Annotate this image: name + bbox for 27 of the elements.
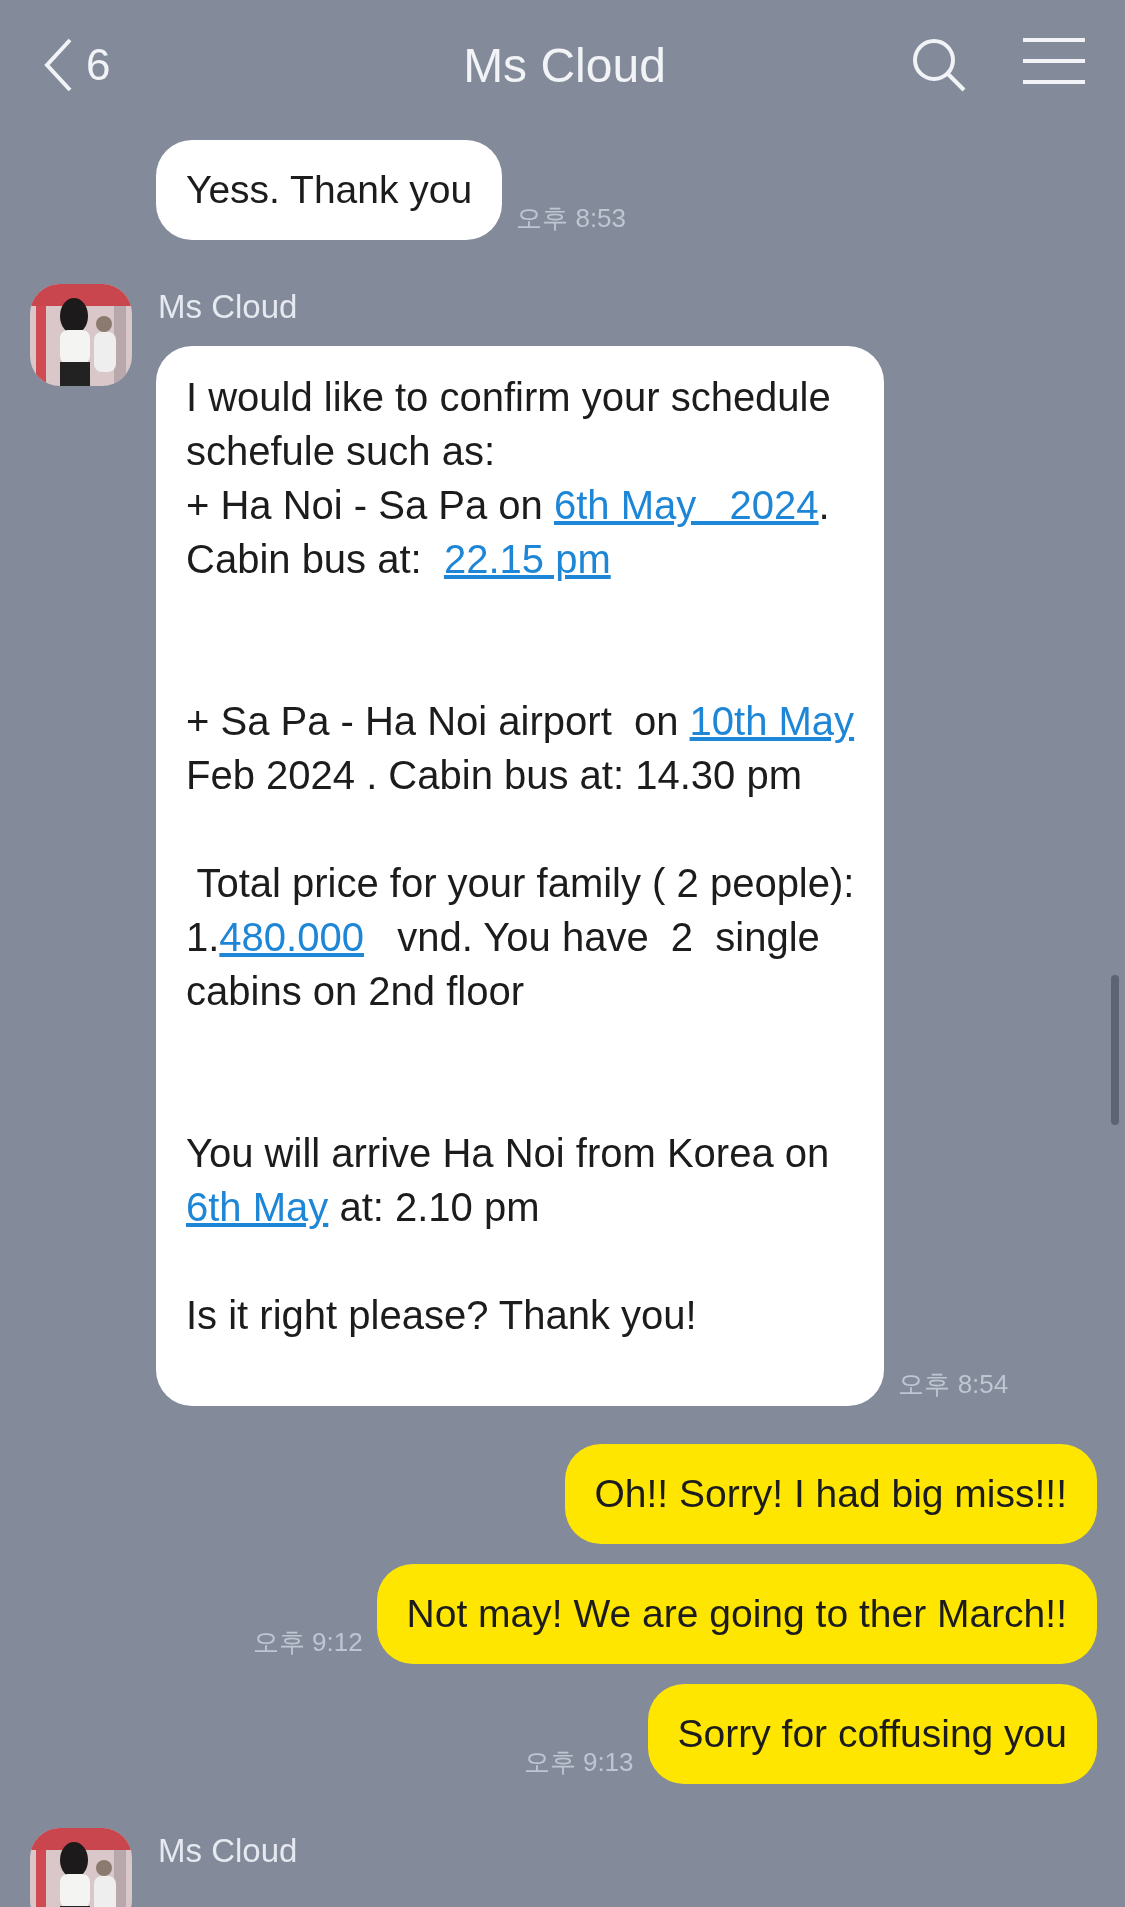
message-time: 오후 9:12 [252, 1626, 363, 1659]
sender-name: Ms Cloud [158, 288, 298, 326]
message-text: I would like to confirm your schedule schefule such as: + Ha Noi - Sa Pa on 6th May 2024. Cabin bus at: 22.15 pm [186, 374, 832, 583]
message-text: You will arrive Ha Noi from Korea on 6th May at: 2.10 pm [186, 1130, 831, 1231]
link[interactable]: 480.000 [219, 915, 364, 959]
back-button[interactable]: 6 [44, 38, 111, 92]
search-button[interactable] [911, 37, 967, 93]
message-bubble: Not may! We are going to ther March!! [376, 1564, 1097, 1664]
menu-icon [1023, 37, 1085, 85]
link[interactable]: 6th May [186, 1185, 329, 1229]
search-icon [911, 37, 967, 93]
message-bubble: Yess. Thank you [156, 140, 503, 240]
message-text: Total price for your family ( 2 people): 1.480.000 vnd. You have 2 single cabins on 2nd floor [186, 860, 855, 1015]
message-time: 오후 8:53 [516, 202, 627, 235]
message-bubble: Oh!! Sorry! I had big miss!!! [564, 1444, 1097, 1544]
message-text: + Sa Pa - Ha Noi airport on 10th May Feb 2024 . Cabin bus at: 14.30 pm [186, 698, 855, 799]
message-time: 오후 9:13 [523, 1746, 634, 1779]
link[interactable]: 6th May 2024 [553, 483, 819, 527]
message-time: 오후 8:54 [898, 1368, 1009, 1401]
sender-name: Ms Cloud [158, 1832, 298, 1870]
scrollbar[interactable] [1111, 975, 1119, 1125]
link[interactable]: 10th May [689, 699, 855, 743]
link[interactable]: 22.15 pm [443, 537, 611, 581]
back-icon [44, 38, 72, 92]
message-text: Is it right please? Thank you! [186, 1292, 698, 1339]
message-bubble: Sorry for coffusing you [647, 1684, 1097, 1784]
chat-title: Ms Cloud [463, 37, 666, 93]
